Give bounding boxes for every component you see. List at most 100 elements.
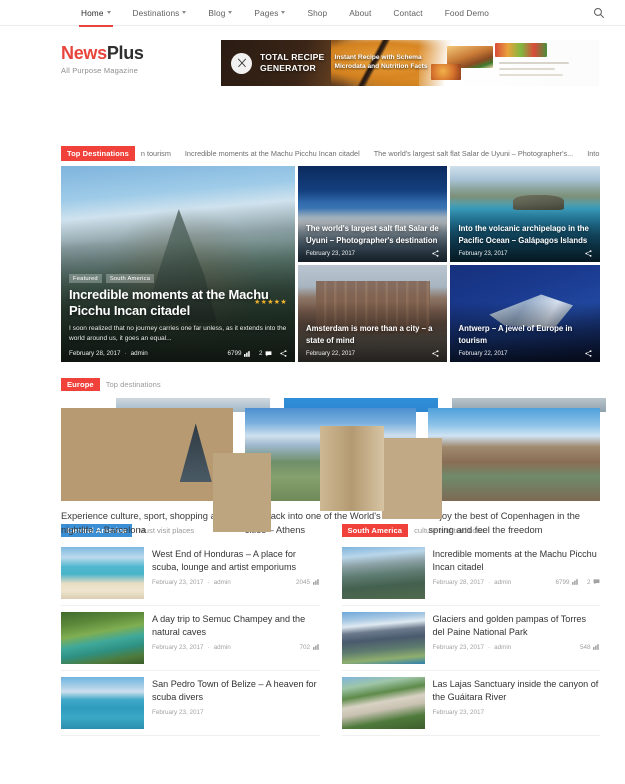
hero-featured-card[interactable]: ★★★★★ Featured South America Incredible … <box>61 166 295 362</box>
meta-stats <box>585 350 592 357</box>
hero-featured-body: Featured South America Incredible moment… <box>61 267 295 362</box>
europe-card-athens[interactable]: A rollback into one of the World's oldes… <box>244 408 417 536</box>
list-item[interactable]: Incredible moments at the Machu Picchu I… <box>341 545 601 606</box>
post-author[interactable]: admin <box>214 644 231 651</box>
hero-card-title[interactable]: Amsterdam is more than a city – a state … <box>306 323 440 346</box>
post-author[interactable]: admin <box>131 350 148 357</box>
post-date: February 23, 2017 <box>305 250 355 257</box>
hero-card-amsterdam[interactable]: Amsterdam is more than a city – a state … <box>297 265 448 362</box>
list-item[interactable]: San Pedro Town of Belize – A heaven for … <box>61 671 320 736</box>
nav-item-contact[interactable]: Contact <box>382 0 433 26</box>
share-icon[interactable] <box>432 350 439 357</box>
south-america-list: Incredible moments at the Machu Picchu I… <box>341 545 601 736</box>
europe-card-title[interactable]: Experience culture, sport, shopping and … <box>61 509 233 536</box>
meta-separator: · <box>487 578 491 586</box>
list-item-title[interactable]: Incredible moments at the Machu Picchu I… <box>433 548 601 574</box>
nav-item-label: About <box>349 7 372 18</box>
ticker-item[interactable]: Into the volca <box>587 149 600 158</box>
list-item-title[interactable]: San Pedro Town of Belize – A heaven for … <box>152 678 320 704</box>
section-badge-europe[interactable]: Europe <box>61 378 100 391</box>
hero-card-antwerp[interactable]: Antwerp – A jewel of Europe in tourism F… <box>450 265 600 362</box>
post-date: February 23, 2017 <box>152 578 204 586</box>
list-item-text: A day trip to Semuc Champey and the natu… <box>152 612 320 664</box>
hero-card-body: Into the volcanic archipelago in the Pac… <box>450 216 600 262</box>
list-item-meta: February 23, 2017 <box>433 709 601 716</box>
share-icon[interactable] <box>280 350 287 357</box>
brand-name: NewsPlus <box>61 44 221 63</box>
ticker-item[interactable]: The world's largest salt flat Salar de U… <box>374 149 574 158</box>
list-item-text: Las Lajas Sanctuary inside the canyon of… <box>433 677 601 729</box>
top-navigation-bar: Home Destinations Blog Pages Shop About … <box>0 0 625 27</box>
post-author[interactable]: admin <box>494 579 511 586</box>
nav-item-food-demo[interactable]: Food Demo <box>434 0 500 26</box>
hero-card-title[interactable]: The world's largest salt flat Salar de U… <box>306 223 440 246</box>
list-item[interactable]: West End of Honduras – A place for scuba… <box>61 545 320 606</box>
list-item[interactable]: A day trip to Semuc Champey and the natu… <box>61 606 320 671</box>
hero-card-body: The world's largest salt flat Salar de U… <box>298 216 448 262</box>
nav-item-shop[interactable]: Shop <box>296 0 338 26</box>
list-item[interactable]: Las Lajas Sanctuary inside the canyon of… <box>341 671 601 736</box>
list-item-meta: February 23, 2017 <box>152 709 320 716</box>
list-item-title[interactable]: A day trip to Semuc Champey and the natu… <box>152 613 320 639</box>
comment-count: 2 <box>259 350 272 357</box>
post-author[interactable]: admin <box>494 644 511 651</box>
hero-featured-excerpt: I soon realized that no journey carries … <box>69 324 287 342</box>
europe-card-title[interactable]: Enjoy the best of Copenhagen in the spri… <box>428 509 600 536</box>
banner-overlay: TOTAL RECIPE GENERATOR Instant Recipe wi… <box>221 40 599 86</box>
nav-item-home[interactable]: Home <box>70 0 122 27</box>
share-icon[interactable] <box>585 250 592 257</box>
fork-knife-icon <box>231 52 252 74</box>
list-item-title[interactable]: Las Lajas Sanctuary inside the canyon of… <box>433 678 601 704</box>
ticker-items: n tourism Incredible moments at the Mach… <box>135 146 600 161</box>
ticker-item[interactable]: n tourism <box>141 149 171 158</box>
nav-item-blog[interactable]: Blog <box>197 0 243 26</box>
nav-item-about[interactable]: About <box>338 0 382 26</box>
nav-item-pages[interactable]: Pages <box>243 0 296 26</box>
meta-stats: 2045 <box>296 579 320 586</box>
europe-section-header: Europe Top destinations <box>61 378 600 391</box>
hero-card-title[interactable]: Into the volcanic archipelago in the Pac… <box>458 223 592 246</box>
list-item-text: Glaciers and golden pampas of Torres del… <box>433 612 601 664</box>
view-count-value: 6799 <box>227 350 242 357</box>
hero-card-meta: February 22, 2017 <box>306 350 440 357</box>
views-icon <box>593 644 599 651</box>
badge-category[interactable]: South America <box>105 274 155 284</box>
badge-featured[interactable]: Featured <box>69 274 102 284</box>
meta-separator: · <box>207 643 210 651</box>
hero-card-meta: February 22, 2017 <box>458 350 592 357</box>
post-date: February 23, 2017 <box>432 708 484 716</box>
site-logo[interactable]: NewsPlus All Purpose Magazine <box>61 40 221 75</box>
nav-item-label: Destinations <box>132 7 180 18</box>
post-author[interactable]: admin <box>214 579 231 586</box>
post-date: February 23, 2017 <box>152 643 204 651</box>
europe-carousel[interactable]: Experience culture, sport, shopping and … <box>61 398 606 535</box>
search-icon[interactable] <box>593 7 605 19</box>
badge-group: Featured South America <box>69 274 287 284</box>
europe-card-copenhagen[interactable]: Enjoy the best of Copenhagen in the spri… <box>428 408 600 536</box>
share-icon[interactable] <box>585 350 592 357</box>
list-item-title[interactable]: Glaciers and golden pampas of Torres del… <box>433 613 601 639</box>
hero-card-title[interactable]: Antwerp – A jewel of Europe in tourism <box>458 323 592 346</box>
meta-stats: 6799 2 <box>227 350 287 357</box>
comment-count-value: 2 <box>258 350 263 357</box>
hero-grid: ★★★★★ Featured South America Incredible … <box>61 166 600 362</box>
hero-card-galapagos[interactable]: Into the volcanic archipelago in the Pac… <box>450 166 600 262</box>
hero-card-uyuni[interactable]: The world's largest salt flat Salar de U… <box>297 166 448 262</box>
nav-item-label: Blog <box>208 7 226 18</box>
comment-icon <box>593 579 600 585</box>
advertisement-banner[interactable]: TOTAL RECIPE GENERATOR Instant Recipe wi… <box>221 40 599 86</box>
list-item[interactable]: Glaciers and golden pampas of Torres del… <box>341 606 601 671</box>
hero-featured-title[interactable]: Incredible moments at the Machu Picchu I… <box>69 287 287 319</box>
meta-stats: 702 <box>299 644 319 651</box>
europe-card-image <box>428 408 600 501</box>
central-america-list: West End of Honduras – A place for scuba… <box>61 545 320 736</box>
share-icon[interactable] <box>432 250 439 257</box>
hero-card-meta: February 23, 2017 <box>458 250 592 257</box>
list-item-text: Incredible moments at the Machu Picchu I… <box>433 547 601 599</box>
ticker-item[interactable]: Incredible moments at the Machu Picchu I… <box>185 149 360 158</box>
nav-item-destinations[interactable]: Destinations <box>122 0 198 26</box>
view-count-value: 6799 <box>555 578 570 586</box>
post-date: February 22, 2017 <box>458 350 508 357</box>
list-item-title[interactable]: West End of Honduras – A place for scuba… <box>152 548 320 574</box>
europe-card-title[interactable]: A rollback into one of the World's oldes… <box>245 509 417 536</box>
